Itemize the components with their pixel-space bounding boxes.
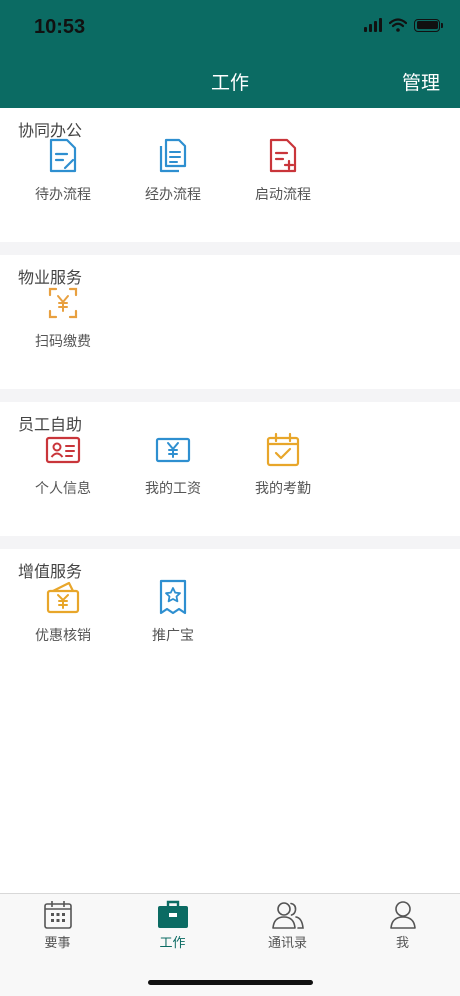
tab-important[interactable]: 要事 xyxy=(0,900,115,951)
promotion-item[interactable]: 推广宝 xyxy=(118,579,228,645)
tab-work[interactable]: 工作 xyxy=(115,900,230,951)
work-content: 协同办公 待办流程 经办流程 启动流程 物业服务 扫码缴费 员工自助 个人信息 … xyxy=(0,108,460,683)
scan-yuan-icon xyxy=(48,287,78,319)
item-label: 启动流程 xyxy=(255,187,311,203)
calendar-check-icon xyxy=(266,432,300,467)
calendar-grid-icon xyxy=(43,901,72,929)
section-property-service: 物业服务 扫码缴费 xyxy=(0,255,460,389)
section-divider xyxy=(0,389,460,402)
document-edit-icon xyxy=(49,138,77,173)
item-label: 经办流程 xyxy=(145,187,201,203)
tab-bar: 要事 工作 通讯录 我 xyxy=(0,893,460,996)
item-label: 个人信息 xyxy=(35,481,91,497)
contacts-icon xyxy=(271,902,304,929)
item-label: 我的考勤 xyxy=(255,481,311,497)
page-title: 工作 xyxy=(210,72,249,94)
pending-process-item[interactable]: 待办流程 xyxy=(8,138,118,204)
battery-icon xyxy=(414,18,443,32)
section-title: 物业服务 xyxy=(18,268,83,287)
handled-process-item[interactable]: 经办流程 xyxy=(118,138,228,204)
status-time: 10:53 xyxy=(34,16,86,38)
item-label: 优惠核销 xyxy=(35,628,91,644)
item-label: 扫码缴费 xyxy=(35,334,91,350)
tab-label: 我 xyxy=(395,936,409,951)
coupon-verify-item[interactable]: 优惠核销 xyxy=(8,579,118,645)
star-receipt-icon xyxy=(159,579,187,615)
id-card-icon xyxy=(45,436,81,464)
item-label: 推广宝 xyxy=(152,628,194,644)
section-title: 协同办公 xyxy=(18,121,83,140)
section-value-added-service: 增值服务 优惠核销 推广宝 xyxy=(0,549,460,683)
scan-pay-item[interactable]: 扫码缴费 xyxy=(8,285,118,351)
tab-label: 要事 xyxy=(44,936,71,951)
documents-copy-icon xyxy=(159,138,187,173)
manage-button[interactable]: 管理 xyxy=(402,68,440,95)
section-collaboration: 协同办公 待办流程 经办流程 启动流程 xyxy=(0,108,460,242)
tab-label: 工作 xyxy=(159,936,186,951)
my-attendance-item[interactable]: 我的考勤 xyxy=(228,432,338,498)
status-icons xyxy=(364,18,443,32)
start-process-item[interactable]: 启动流程 xyxy=(228,138,338,204)
tab-me[interactable]: 我 xyxy=(345,900,460,951)
my-salary-item[interactable]: 我的工资 xyxy=(118,432,228,498)
section-title: 增值服务 xyxy=(18,562,83,581)
section-title: 员工自助 xyxy=(18,415,83,434)
wifi-icon xyxy=(389,18,407,32)
briefcase-icon xyxy=(157,900,188,928)
cellular-signal-icon xyxy=(364,18,382,32)
person-icon xyxy=(389,901,416,929)
personal-info-item[interactable]: 个人信息 xyxy=(8,432,118,498)
home-indicator[interactable] xyxy=(148,980,313,985)
document-add-icon xyxy=(269,138,297,173)
item-label: 我的工资 xyxy=(145,481,201,497)
section-divider xyxy=(0,536,460,549)
section-divider xyxy=(0,242,460,255)
app-header: 10:53 工作 管理 xyxy=(0,0,460,108)
wallet-yuan-icon xyxy=(46,581,80,614)
item-label: 待办流程 xyxy=(35,187,91,203)
section-employee-self-service: 员工自助 个人信息 我的工资 我的考勤 xyxy=(0,402,460,536)
tab-label: 通讯录 xyxy=(267,936,307,951)
salary-yuan-icon xyxy=(155,437,191,463)
tab-contacts[interactable]: 通讯录 xyxy=(230,900,345,951)
